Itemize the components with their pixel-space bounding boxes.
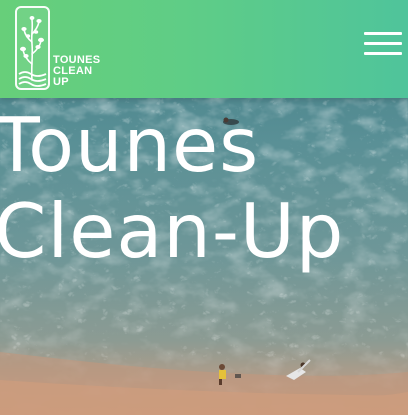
hero-title: Tounes Clean-Up	[0, 102, 344, 274]
menu-bar-top	[364, 32, 402, 35]
hamburger-menu-icon[interactable]	[364, 29, 404, 59]
logo-line-3: UP	[53, 76, 69, 88]
site-logo[interactable]: TOUNES CLEAN UP	[15, 6, 110, 92]
menu-bar-middle	[364, 42, 402, 45]
menu-bar-bottom	[364, 52, 402, 55]
page: Tounes Clean-Up TOUNES CLEAN UP	[0, 0, 408, 415]
logo-emblem	[15, 6, 50, 90]
logo-wordmark: TOUNES CLEAN UP	[53, 55, 100, 88]
hero-title-line2: Clean-Up	[0, 187, 345, 275]
hero-title-line1: Tounes	[0, 101, 260, 189]
seaweed-plant-icon	[18, 16, 47, 87]
site-header: TOUNES CLEAN UP	[0, 0, 408, 98]
